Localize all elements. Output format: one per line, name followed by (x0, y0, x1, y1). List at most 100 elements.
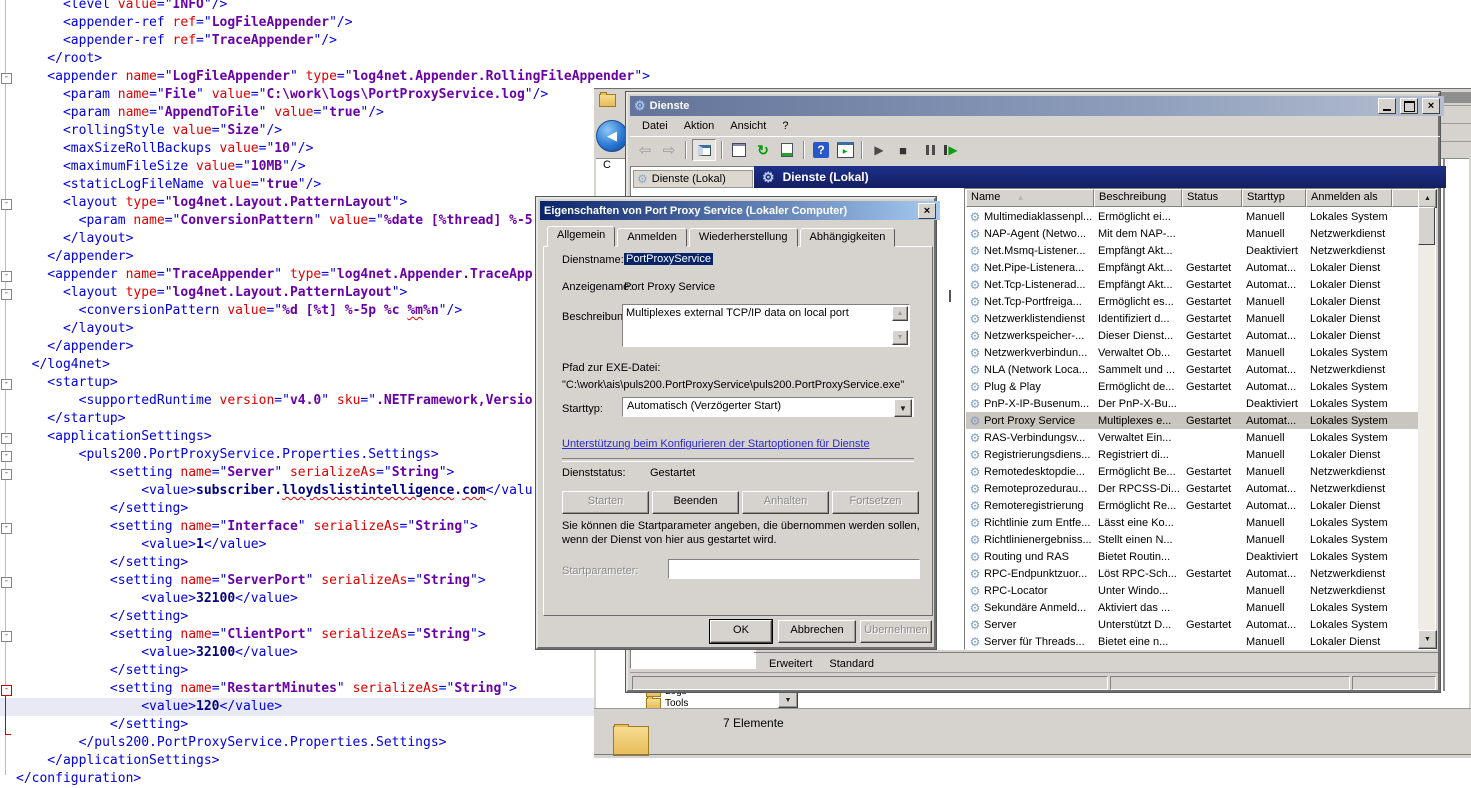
fold-toggle[interactable]: - (1, 379, 12, 390)
startoptions-help-link[interactable]: Unterstützung beim Konfigurieren der Sta… (562, 438, 870, 450)
services-list[interactable]: Name ▲BeschreibungStatusStarttypAnmelden… (964, 188, 1436, 650)
restart-service-button[interactable]: ▶ (940, 140, 962, 160)
beenden-button[interactable]: Beenden (652, 491, 739, 514)
column-header-2[interactable]: Status (1182, 189, 1242, 207)
startparam-input[interactable] (668, 559, 920, 579)
table-row[interactable]: ⚙Registrierungsdiens...Registriert di...… (966, 446, 1419, 463)
table-row[interactable]: ⚙NetzwerklistendienstIdentifiziert d...G… (966, 310, 1419, 327)
table-row[interactable]: ⚙PnP-X-IP-Busenum...Der PnP-X-Bu...Deakt… (966, 395, 1419, 412)
back-nav-button[interactable]: ◀ (596, 120, 628, 152)
table-row[interactable]: ⚙RemoteregistrierungErmöglicht Re...Gest… (966, 497, 1419, 514)
table-row[interactable]: ⚙ServerUnterstützt D...GestartetAutomat.… (966, 616, 1419, 633)
tree-item-dienste-lokal[interactable]: ⚙ Dienste (Lokal) (633, 170, 753, 188)
cell-status: Gestartet (1182, 330, 1242, 342)
services-window-titlebar[interactable]: ⚙ Dienste × (630, 96, 1444, 116)
minimize-button[interactable] (1378, 98, 1396, 114)
table-row[interactable]: ⚙Net.Tcp-Listenerad...Empfängt Akt...Ges… (966, 276, 1419, 293)
cell-description: Multiplexes e... (1094, 415, 1182, 427)
close-button[interactable]: × (1422, 98, 1440, 114)
table-row[interactable]: ⚙Remotedesktopdie...Ermöglicht Be...Gest… (966, 463, 1419, 480)
view-tab-erweitert[interactable]: Erweitert (757, 657, 824, 673)
pane-header: ⚙ Dienste (Lokal) (754, 166, 1446, 188)
cell-logon: Lokaler Dienst (1306, 330, 1392, 342)
combo-dropdown-button[interactable]: ▼ (894, 399, 912, 417)
menu-item-datei[interactable]: Datei (634, 117, 676, 135)
table-row[interactable]: ⚙Netzwerkspeicher-...Dieser Dienst...Ges… (966, 327, 1419, 344)
scroll-up-button[interactable]: ▲ (1418, 189, 1437, 208)
fold-toggle[interactable]: - (1, 631, 12, 642)
stop-service-button[interactable]: ■ (892, 140, 914, 160)
ok-button[interactable]: OK (710, 620, 772, 643)
back-button[interactable]: ⇦ (634, 140, 656, 160)
column-header-3[interactable]: Starttyp (1242, 189, 1306, 207)
maximize-button[interactable] (1400, 98, 1418, 114)
table-row[interactable]: ⚙Net.Tcp-Portfreiga...Ermöglicht es...Ge… (966, 293, 1419, 310)
table-row[interactable]: ⚙Port Proxy ServiceMultiplexes e...Gesta… (966, 412, 1419, 429)
tab-anmelden[interactable]: Anmelden (617, 228, 687, 247)
fold-toggle[interactable]: - (1, 433, 12, 444)
fold-toggle[interactable]: - (1, 289, 12, 300)
table-row[interactable]: ⚙Net.Msmq-Listener...Empfängt Akt...Deak… (966, 242, 1419, 259)
help-button[interactable]: ? (810, 140, 832, 160)
textarea-scroll-up[interactable]: ▲ (892, 306, 908, 321)
table-row[interactable]: ⚙Richtlinie zum Entfe...Lässt eine Ko...… (966, 514, 1419, 531)
fold-toggle[interactable]: - (1, 469, 12, 480)
splitter-handle[interactable] (949, 290, 951, 302)
table-row[interactable]: ⚙NAP-Agent (Netwo...Mit dem NAP-...Manue… (966, 225, 1419, 242)
column-header-1[interactable]: Beschreibung (1094, 189, 1182, 207)
fold-toggle[interactable]: - (1, 73, 12, 84)
fold-toggle[interactable]: - (1, 577, 12, 588)
fold-toggle[interactable]: - (1, 523, 12, 534)
table-row[interactable]: ⚙RPC-Endpunktzuor...Löst RPC-Sch...Gesta… (966, 565, 1419, 582)
table-row[interactable]: ⚙Server für Threads...Bietet eine n...Ma… (966, 633, 1419, 650)
scroll-down-button[interactable]: ▼ (1418, 630, 1437, 649)
tab-allgemein[interactable]: Allgemein (547, 226, 615, 247)
properties-button[interactable] (728, 140, 750, 160)
cell-logon: Lokales System (1306, 211, 1392, 223)
table-row[interactable]: ⚙RPC-LocatorUnter Windo...ManuellNetzwer… (966, 582, 1419, 599)
extended-view-button[interactable]: ▶ (834, 140, 856, 160)
dialog-close-button[interactable]: × (918, 203, 936, 219)
scroll-up-icon: ▲ (1424, 195, 1431, 202)
start-service-button[interactable]: ▶ (868, 140, 890, 160)
show-console-tree-button[interactable] (692, 139, 716, 161)
column-header-name[interactable]: Name ▲ (966, 189, 1094, 207)
textarea-scroll-down[interactable]: ▼ (892, 330, 908, 345)
column-header-4[interactable]: Anmelden als (1306, 189, 1392, 207)
fold-toggle[interactable]: - (1, 685, 12, 696)
dialog-titlebar[interactable]: Eigenschaften von Port Proxy Service (Lo… (540, 201, 940, 220)
scroll-down-icon: ▼ (1424, 636, 1431, 643)
cell-name: ⚙RPC-Locator (966, 584, 1094, 598)
table-row[interactable]: ⚙Remoteprozedurau...Der RPCSS-Di...Gesta… (966, 480, 1419, 497)
tab-abhängigkeiten[interactable]: Abhängigkeiten (800, 228, 896, 247)
menu-item-ansicht[interactable]: Ansicht (722, 117, 774, 135)
forward-button[interactable]: ⇨ (658, 140, 680, 160)
table-row[interactable]: ⚙Richtlinienergebniss...Stellt einen N..… (966, 531, 1419, 548)
view-tab-standard[interactable]: Standard (817, 657, 886, 673)
table-row[interactable]: ⚙Netzwerkverbindun...Verwaltet Ob...Gest… (966, 344, 1419, 361)
description-textarea[interactable]: Multiplexes external TCP/IP data on loca… (622, 304, 910, 347)
table-row[interactable]: ⚙Net.Pipe-Listenera...Empfängt Akt...Ges… (966, 259, 1419, 276)
scrollbar-thumb[interactable] (1418, 207, 1435, 245)
table-row[interactable]: ⚙Sekundäre Anmeld...Aktiviert das ...Man… (966, 599, 1419, 616)
table-row[interactable]: ⚙NLA (Network Loca...Sammelt und ...Gest… (966, 361, 1419, 378)
table-row[interactable]: ⚙Routing und RASBietet Routin...Deaktivi… (966, 548, 1419, 565)
fold-toggle[interactable]: - (1, 199, 12, 210)
fold-toggle[interactable]: - (1, 271, 12, 282)
table-row[interactable]: ⚙Plug & PlayErmöglicht de...GestartetAut… (966, 378, 1419, 395)
refresh-button[interactable]: ↻ (752, 140, 774, 160)
export-list-button[interactable] (776, 140, 798, 160)
service-name-value[interactable]: PortProxyService (624, 253, 713, 265)
combo-dropdown-button[interactable]: ▼ (778, 692, 798, 708)
vertical-scrollbar[interactable]: ▲ ▼ (1418, 189, 1435, 649)
starttype-combobox[interactable]: Automatisch (Verzögerter Start) ▼ (622, 397, 914, 417)
abbrechen-button[interactable]: Abbrechen (778, 620, 856, 643)
menu-item-?[interactable]: ? (774, 117, 796, 135)
tab-wiederherstellung[interactable]: Wiederherstellung (689, 228, 798, 247)
fold-toggle[interactable]: - (1, 451, 12, 462)
cell-logon: Lokaler Dienst (1306, 279, 1392, 291)
pause-service-button[interactable] (916, 140, 938, 160)
table-row[interactable]: ⚙RAS-Verbindungsv...Verwaltet Ein...Manu… (966, 429, 1419, 446)
menu-item-aktion[interactable]: Aktion (676, 117, 723, 135)
table-row[interactable]: ⚙Multimediaklassenpl...Ermöglicht ei...M… (966, 208, 1419, 225)
